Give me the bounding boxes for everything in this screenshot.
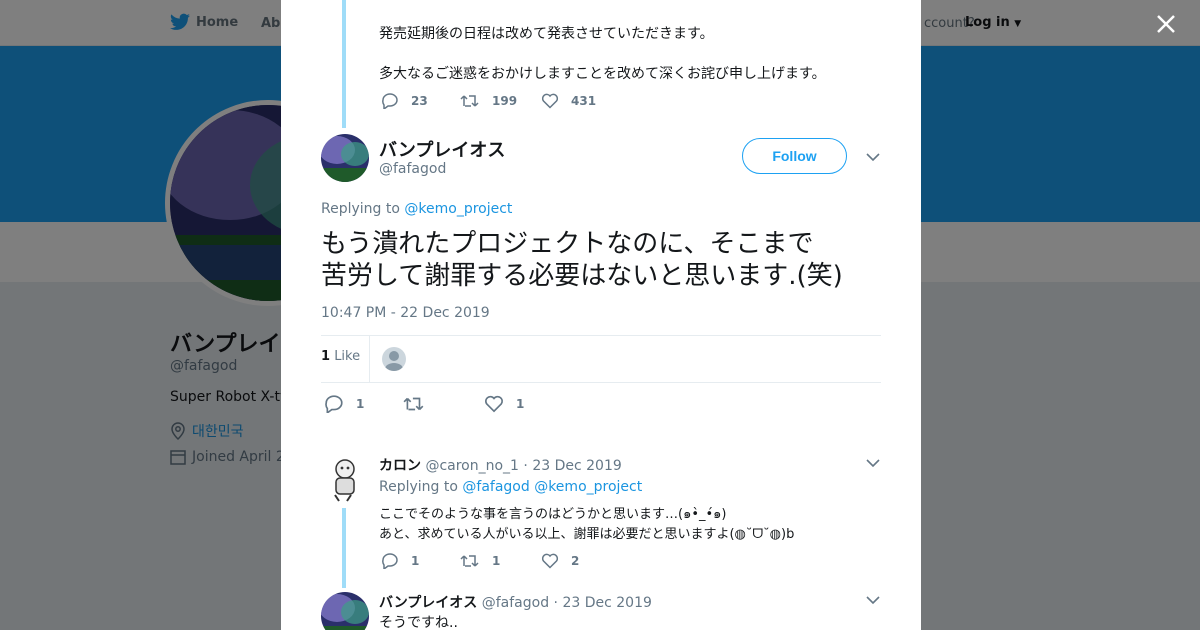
replying-prefix: Replying to <box>379 479 458 495</box>
reply-count: 1 <box>356 397 365 411</box>
reply-display-name[interactable]: バンプレイオス <box>379 595 477 611</box>
main-replying-to: Replying to @kemo_project <box>321 201 512 217</box>
replying-to-link[interactable]: @fafagod <box>462 479 529 495</box>
reply-avatar[interactable] <box>321 592 369 630</box>
replying-to-link[interactable]: @kemo_project <box>534 479 642 495</box>
like-count: 1 <box>516 397 525 411</box>
main-tweet-timestamp[interactable]: 10:47 PM - 22 Dec 2019 <box>321 305 490 321</box>
divider <box>321 335 881 336</box>
like-action[interactable]: 431 <box>541 93 596 109</box>
reply-avatar[interactable] <box>321 455 369 503</box>
chevron-down-icon[interactable] <box>866 458 880 468</box>
main-tweet-text: もう潰れたプロジェクトなのに、そこまで 苦労して謝罪する必要はないと思います.(… <box>321 228 891 292</box>
heart-icon <box>541 93 559 109</box>
reply-action[interactable]: 1 <box>381 553 460 569</box>
chevron-down-icon[interactable] <box>866 595 880 605</box>
reply-header: バンプレイオス @fafagod · 23 Dec 2019 <box>379 592 652 612</box>
reply-icon <box>325 395 343 413</box>
thread-line <box>342 0 346 128</box>
tweet-modal: 発売延期後の日程は改めて発表させていただきます。 多大なるご迷惑をおかけしますこ… <box>281 0 921 630</box>
retweet-action[interactable]: 199 <box>460 94 541 108</box>
close-icon[interactable] <box>1153 11 1179 37</box>
main-tweet-display-name[interactable]: バンプレイオス <box>379 136 505 162</box>
reply-display-name[interactable]: カロン <box>379 458 421 474</box>
reply-action[interactable]: 23 <box>381 93 460 109</box>
retweet-count: 199 <box>492 94 518 108</box>
main-tweet-handle[interactable]: @fafagod <box>379 161 446 177</box>
reply-count: 23 <box>411 94 428 108</box>
retweet-action[interactable]: 1 <box>460 554 541 568</box>
divider-vertical <box>369 336 370 382</box>
liker-avatar[interactable] <box>382 347 406 371</box>
reply-replying-to: Replying to @fafagod @kemo_project <box>379 479 642 495</box>
retweet-icon <box>460 555 479 567</box>
reply-icon <box>382 553 398 569</box>
like-count: 2 <box>571 554 580 568</box>
main-tweet-text-line-1: もう潰れたプロジェクトなのに、そこまで <box>321 229 814 259</box>
retweet-count: 1 <box>492 554 501 568</box>
replying-prefix: Replying to <box>321 201 400 217</box>
follow-button[interactable]: Follow <box>742 138 847 174</box>
replying-to-link[interactable]: @kemo_project <box>404 201 512 217</box>
reply-text-line-2: あと、求めている人がいる以上、謝罪は必要だと思いますよ(◍˘ᗜ˘◍)b <box>379 527 795 542</box>
reply-icon <box>382 93 398 109</box>
like-action[interactable]: 1 <box>484 395 524 413</box>
main-tweet-actions: 1 1 <box>324 395 524 413</box>
reply-date[interactable]: · 23 Dec 2019 <box>523 458 621 474</box>
chevron-down-icon[interactable] <box>866 152 880 162</box>
reply-actions: 1 1 2 <box>381 553 579 569</box>
reply-count: 1 <box>411 554 420 568</box>
reply-action[interactable]: 1 <box>324 395 403 413</box>
retweet-icon <box>460 95 479 107</box>
thread-line <box>342 508 346 588</box>
like-action[interactable]: 2 <box>541 553 579 569</box>
retweet-action[interactable] <box>403 396 484 412</box>
like-count: 431 <box>571 94 597 108</box>
like-stat[interactable]: 1 Like <box>321 349 360 364</box>
prev-tweet-actions: 23 199 431 <box>381 93 596 109</box>
reply-handle[interactable]: @fafagod <box>482 595 549 611</box>
reply-text-line-1: そうですね.. <box>379 615 458 630</box>
heart-icon <box>485 395 503 413</box>
like-stat-label: Like <box>334 349 361 364</box>
reply-date[interactable]: · 23 Dec 2019 <box>554 595 652 611</box>
reply-header: カロン @caron_no_1 · 23 Dec 2019 <box>379 455 622 475</box>
prev-tweet-line-2: 多大なるご迷惑をおかけしますことを改めて深くお詫び申し上げます。 <box>379 66 826 82</box>
main-tweet-text-line-2: 苦労して謝罪する必要はないと思います.(笑) <box>321 261 843 291</box>
heart-icon <box>541 553 559 569</box>
like-stat-count: 1 <box>321 349 331 364</box>
prev-tweet-line-1: 発売延期後の日程は改めて発表させていただきます。 <box>379 26 714 42</box>
retweet-icon <box>403 397 424 411</box>
reply-text-line-1: ここでそのような事を言うのはどうかと思います…(๑•̀_•́๑) <box>379 507 727 522</box>
main-tweet-avatar[interactable] <box>321 134 369 182</box>
divider <box>321 382 881 383</box>
reply-handle[interactable]: @caron_no_1 <box>425 458 519 474</box>
